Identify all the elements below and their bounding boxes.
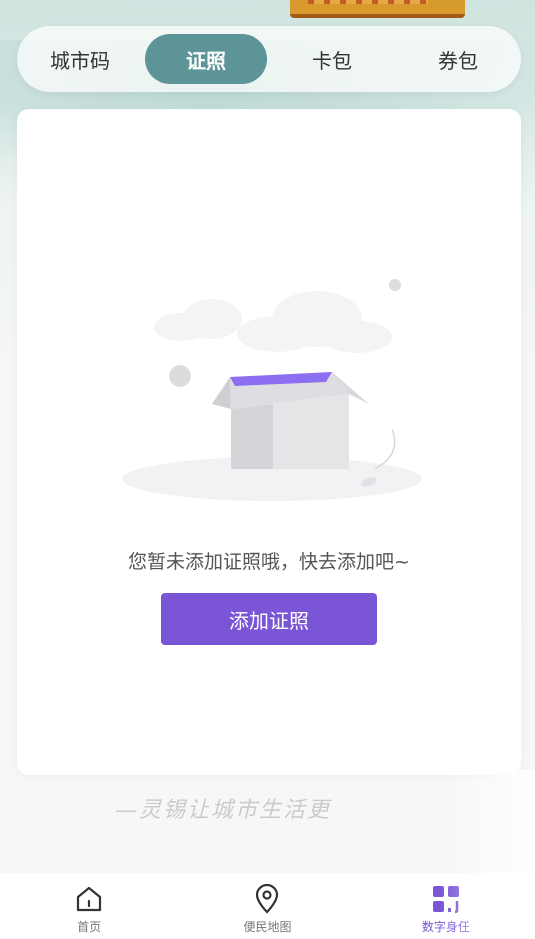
tab-card-wallet[interactable]: 卡包 bbox=[271, 34, 393, 84]
nav-label-home: 首页 bbox=[77, 920, 102, 934]
add-certificate-button[interactable]: 添加证照 bbox=[161, 593, 377, 645]
digital-id-icon bbox=[432, 886, 459, 914]
empty-box-icon bbox=[122, 279, 422, 501]
header-building-art bbox=[290, 0, 465, 18]
tab-city-code[interactable]: 城市码 bbox=[19, 34, 141, 84]
top-tab-bar: 城市码 证照 卡包 券包 bbox=[17, 26, 521, 92]
bottom-navigation: 首页 便民地图 数字身仼 bbox=[0, 873, 535, 939]
tab-certificates[interactable]: 证照 bbox=[145, 34, 267, 84]
map-pin-icon bbox=[256, 883, 279, 914]
home-icon bbox=[77, 886, 102, 912]
nav-label-map: 便民地图 bbox=[243, 920, 292, 934]
nav-item-map[interactable]: 便民地图 bbox=[178, 873, 356, 939]
slogan-text: —灵锡让城市生活更 bbox=[115, 798, 332, 823]
empty-state-message: 您暂未添加证照哦，快去添加吧~ bbox=[128, 551, 410, 573]
certificates-card: 您暂未添加证照哦，快去添加吧~ 添加证照 bbox=[17, 109, 521, 775]
nav-label-digital-id: 数字身仼 bbox=[421, 920, 470, 934]
tab-coupons[interactable]: 券包 bbox=[397, 34, 519, 84]
nav-item-home[interactable]: 首页 bbox=[0, 873, 178, 939]
nav-item-digital-id[interactable]: 数字身仼 bbox=[357, 873, 535, 939]
